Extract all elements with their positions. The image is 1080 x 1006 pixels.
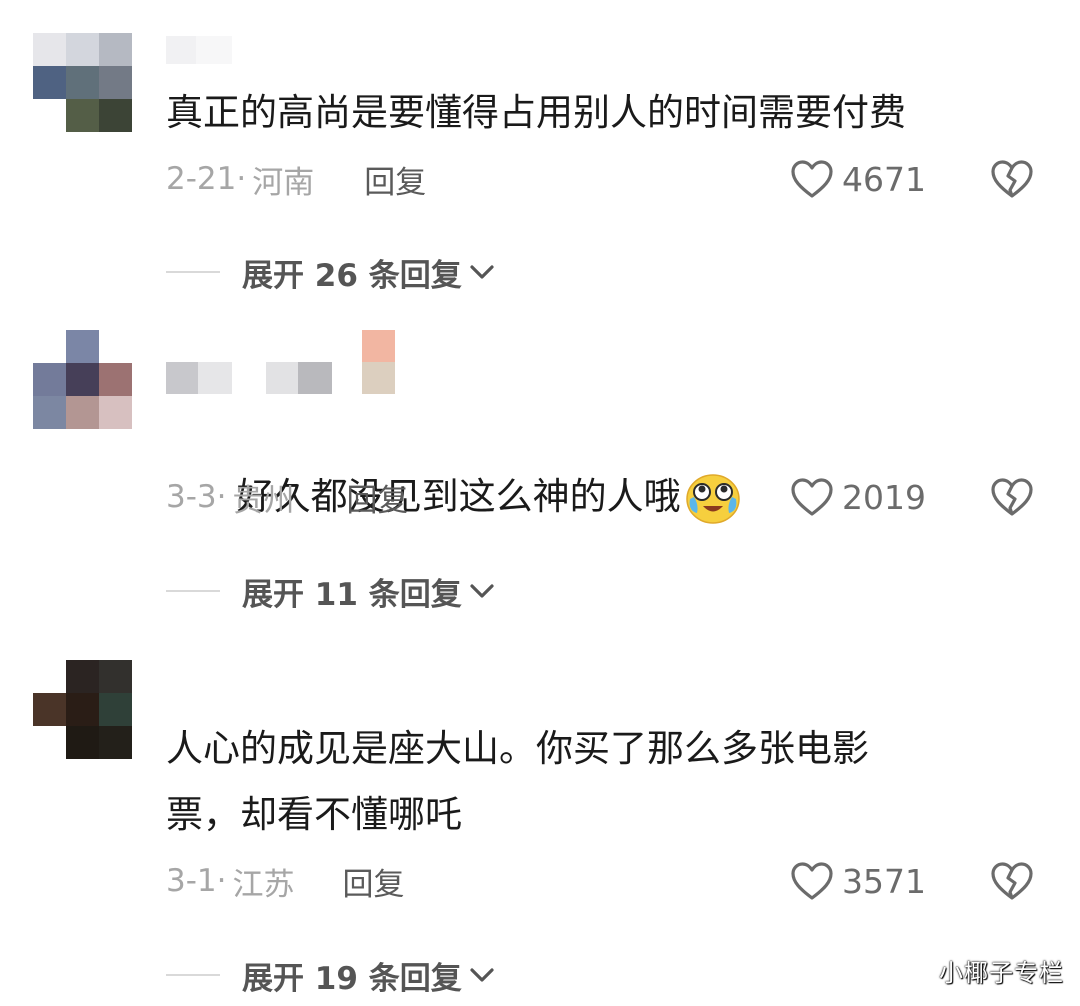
avatar[interactable] xyxy=(33,33,132,132)
like-button[interactable]: 3571 xyxy=(790,856,926,906)
comment-date: 2-21 xyxy=(166,161,237,197)
dislike-button[interactable] xyxy=(988,472,1036,522)
broken-heart-icon xyxy=(991,862,1033,900)
expand-replies-label: 展开 26 条回复 xyxy=(242,257,462,294)
comment-region: 河南 xyxy=(252,164,315,201)
expand-replies-button[interactable]: 展开 19 条回复 xyxy=(166,950,496,1000)
reply-button[interactable]: 回复 xyxy=(364,157,426,202)
like-button[interactable]: 2019 xyxy=(790,472,926,522)
comment-text: 真正的高尚是要懂得占用别人的时间需要付费 xyxy=(166,91,906,134)
like-count: 3571 xyxy=(842,861,926,901)
divider-line xyxy=(166,974,220,976)
broken-heart-icon xyxy=(991,160,1033,198)
expand-replies-label: 展开 11 条回复 xyxy=(242,576,462,613)
chevron-down-icon xyxy=(470,584,494,598)
reply-button[interactable]: 回复 xyxy=(343,859,405,904)
crying-laughing-emoji xyxy=(685,473,740,524)
dislike-button[interactable] xyxy=(988,154,1036,204)
meta-dot: · xyxy=(216,479,227,515)
chevron-down-icon xyxy=(470,265,494,279)
dislike-button[interactable] xyxy=(988,856,1036,906)
comment-date: 3-3 xyxy=(166,479,217,515)
chevron-down-icon xyxy=(470,968,494,982)
comment-list: 真正的高尚是要懂得占用别人的时间需要付费 2-21 · 河南 回复 4671 展开… xyxy=(0,0,1080,1006)
divider-line xyxy=(166,271,220,273)
like-count: 4671 xyxy=(842,159,926,199)
reply-button[interactable]: 回复 xyxy=(347,475,409,520)
heart-outline-icon xyxy=(791,478,833,516)
username-blurred[interactable] xyxy=(166,36,232,64)
avatar[interactable] xyxy=(33,660,132,759)
comment-meta: 3-1 · 江苏 回复 xyxy=(166,856,405,906)
meta-dot: · xyxy=(236,161,247,197)
comment-date: 3-1 xyxy=(166,863,217,899)
username-blurred[interactable] xyxy=(166,330,395,394)
comment-region: 贵州 xyxy=(232,482,295,519)
comment-text: 人心的成见是座大山。你买了那么多张电影 票，却看不懂哪吒 xyxy=(166,727,869,836)
heart-outline-icon xyxy=(791,862,833,900)
divider-line xyxy=(166,590,220,592)
expand-replies-button[interactable]: 展开 26 条回复 xyxy=(166,247,496,297)
like-button[interactable]: 4671 xyxy=(790,154,926,204)
watermark: 小椰子专栏 xyxy=(939,959,1064,987)
heart-outline-icon xyxy=(791,160,833,198)
avatar[interactable] xyxy=(33,330,132,429)
comment-meta: 2-21 · 河南 回复 xyxy=(166,154,426,204)
broken-heart-icon xyxy=(991,478,1033,516)
like-count: 2019 xyxy=(842,477,926,517)
meta-dot: · xyxy=(216,863,227,899)
comment-meta: 3-3 · 贵州 回复 xyxy=(166,472,409,522)
expand-replies-button[interactable]: 展开 11 条回复 xyxy=(166,566,496,616)
expand-replies-label: 展开 19 条回复 xyxy=(242,960,462,997)
comment-region: 江苏 xyxy=(232,866,295,903)
